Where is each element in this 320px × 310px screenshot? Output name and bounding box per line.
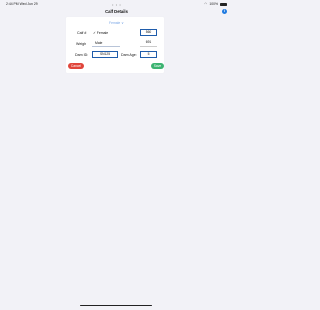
calf-number-field[interactable]: 560 <box>140 29 157 36</box>
status-indicators: ◠ 100% <box>204 2 227 6</box>
info-icon[interactable]: i <box>222 9 227 14</box>
wifi-icon: ◠ <box>204 2 208 6</box>
sex-option-male[interactable]: Male <box>95 41 102 45</box>
battery-icon <box>220 2 227 6</box>
page-title: Calf Details <box>105 9 128 14</box>
status-bar: 2:44 PM Wed Jun 29 • • • ◠ 100% <box>0 0 233 8</box>
save-button[interactable]: Save <box>151 63 164 69</box>
sex-picker[interactable]: Female ∨ <box>109 21 124 25</box>
cancel-button[interactable]: Cancel <box>68 63 84 69</box>
weight-label: Weigh <box>76 42 87 46</box>
dam-age-field[interactable]: 5 <box>140 51 157 58</box>
sex-dropdown-menu: ✓ Female Male <box>91 29 121 49</box>
status-time: 2:44 PM Wed Jun 29 <box>6 2 38 6</box>
multitasking-dots[interactable]: • • • <box>112 2 121 7</box>
dam-id-label: Dam ID: <box>75 53 89 57</box>
sex-option-female[interactable]: ✓ Female <box>93 31 108 35</box>
weight-field[interactable]: 691 <box>140 40 157 47</box>
battery-percent: 100% <box>209 2 218 6</box>
dam-id-field[interactable]: SN125 <box>92 51 118 58</box>
calf-number-label: Calf # <box>77 31 87 35</box>
dam-age-label: Dam Age: <box>121 53 137 57</box>
home-indicator[interactable] <box>80 305 152 307</box>
menu-divider <box>92 46 120 47</box>
